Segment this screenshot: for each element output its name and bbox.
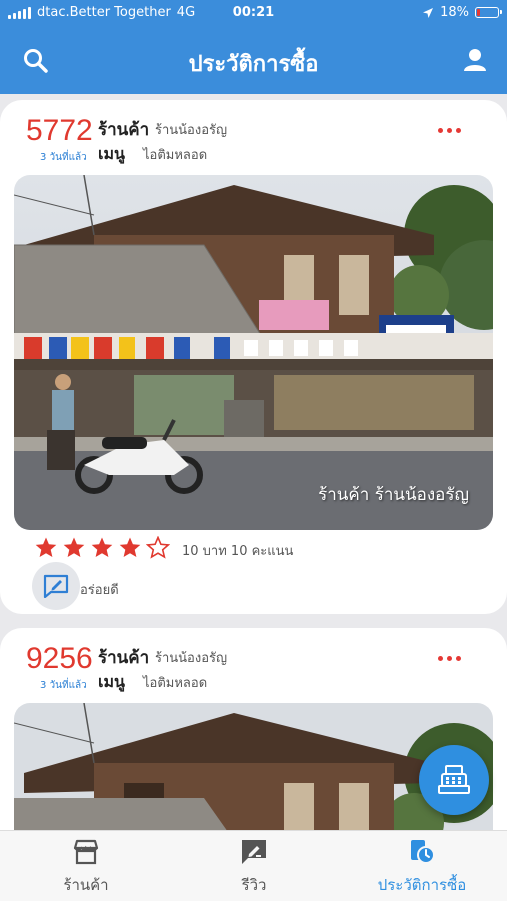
order-time-ago: 3 วันที่แล้ว — [40, 680, 87, 691]
store-icon — [73, 839, 99, 865]
star-filled-icon — [91, 537, 113, 557]
shop-photo[interactable]: ร้านค้า ร้านน้องอรัญ — [14, 175, 493, 530]
star-rating — [34, 536, 170, 560]
tab-history[interactable]: ประวัติการซื้อ — [366, 839, 478, 897]
star-filled-icon — [119, 537, 141, 557]
app-header: ประวัติการซื้อ — [0, 28, 507, 94]
tab-store-label: ร้านค้า — [63, 876, 109, 894]
tab-review[interactable]: รีวิว — [226, 839, 282, 897]
battery-icon — [475, 7, 502, 18]
history-icon — [411, 840, 435, 864]
cash-register-icon — [438, 765, 470, 794]
review-text: อร่อยดี — [80, 583, 119, 598]
battery-percent: 18% — [440, 5, 469, 20]
shop-label: ร้านค้า — [98, 648, 150, 668]
photo-caption: ร้านค้า ร้านน้องอรัญ — [318, 485, 469, 505]
star-empty-icon — [146, 536, 170, 559]
status-bar: dtac.Better Together 4G 00:21 18% — [0, 0, 507, 28]
tab-store[interactable]: ร้านค้า — [58, 839, 114, 897]
star-filled-icon — [63, 537, 85, 557]
tab-review-label: รีวิว — [241, 876, 267, 894]
order-time-ago: 3 วันที่แล้ว — [40, 152, 87, 163]
cash-register-button[interactable] — [419, 745, 489, 815]
order-code: 9256 — [26, 642, 93, 675]
rating-text: 10 บาท 10 คะแนน — [182, 544, 294, 559]
location-arrow-icon — [423, 7, 434, 18]
review-icon — [242, 840, 266, 864]
order-card[interactable]: 5772 3 วันที่แล้ว ร้านค้า ร้านน้องอรัญ เ… — [0, 100, 507, 614]
bottom-tab-bar: ร้านค้า รีวิว ประวัติการซื้อ — [0, 830, 507, 901]
more-options-icon[interactable] — [438, 656, 461, 661]
page-title: ประวัติการซื้อ — [188, 52, 319, 77]
order-history-list[interactable]: 5772 3 วันที่แล้ว ร้านค้า ร้านน้องอรัญ เ… — [0, 94, 507, 830]
user-icon[interactable] — [461, 46, 489, 74]
shop-name[interactable]: ร้านน้องอรัญ — [155, 647, 227, 668]
menu-name: ไอติมหลอด — [143, 676, 208, 691]
order-code: 5772 — [26, 114, 93, 147]
write-review-icon[interactable] — [32, 562, 80, 610]
star-filled-icon — [35, 537, 57, 557]
shop-label: ร้านค้า — [98, 120, 150, 140]
menu-label: เมนู — [98, 144, 125, 163]
menu-name: ไอติมหลอด — [143, 148, 208, 163]
more-options-icon[interactable] — [438, 128, 461, 133]
menu-label: เมนู — [98, 672, 125, 691]
shop-name[interactable]: ร้านน้องอรัญ — [155, 119, 227, 140]
tab-history-label: ประวัติการซื้อ — [377, 876, 467, 894]
